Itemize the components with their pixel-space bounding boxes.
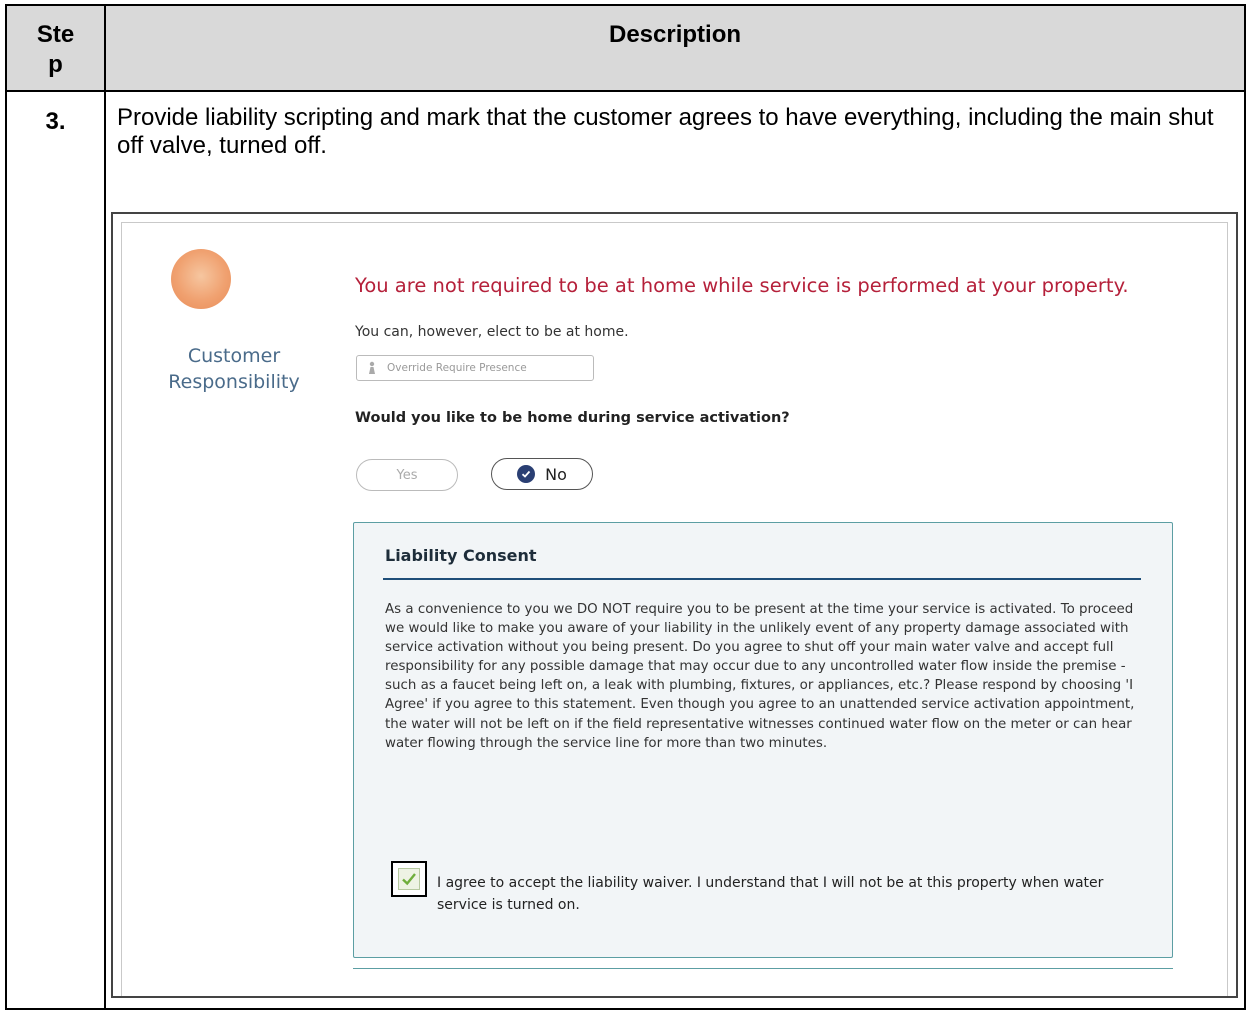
table-header-row: Ste p Description (7, 6, 1244, 92)
step-instruction: Provide liability scripting and mark tha… (117, 104, 1214, 159)
override-button-label: Override Require Presence (387, 362, 527, 374)
yes-button[interactable]: Yes (356, 459, 458, 491)
section-divider (353, 968, 1173, 969)
checkbox-inner (398, 868, 420, 890)
person-icon (369, 361, 375, 374)
no-button[interactable]: No (491, 458, 593, 490)
no-label: No (545, 464, 567, 484)
agree-checkbox[interactable] (391, 861, 427, 897)
sidebar-label: Customer Responsibility (168, 345, 300, 393)
header-description: Description (608, 21, 742, 48)
home-question: Would you like to be home during service… (355, 410, 790, 426)
override-presence-button[interactable]: Override Require Presence (356, 355, 594, 381)
yes-label: Yes (396, 467, 418, 483)
step-number: 3. (45, 108, 66, 135)
presence-headline: You are not required to be at home while… (355, 274, 1129, 297)
customer-avatar-icon (171, 249, 231, 309)
check-circle-icon (517, 465, 536, 483)
consent-title: Liability Consent (385, 546, 537, 565)
consent-divider (383, 578, 1141, 580)
header-step: Ste p (36, 21, 75, 78)
agree-label: I agree to accept the liability waiver. … (437, 875, 1104, 913)
consent-body: As a convenience to you we DO NOT requir… (385, 602, 1135, 751)
checkmark-icon (402, 873, 416, 886)
presence-subline: You can, however, elect to be at home. (355, 324, 629, 340)
column-divider (104, 6, 106, 1008)
